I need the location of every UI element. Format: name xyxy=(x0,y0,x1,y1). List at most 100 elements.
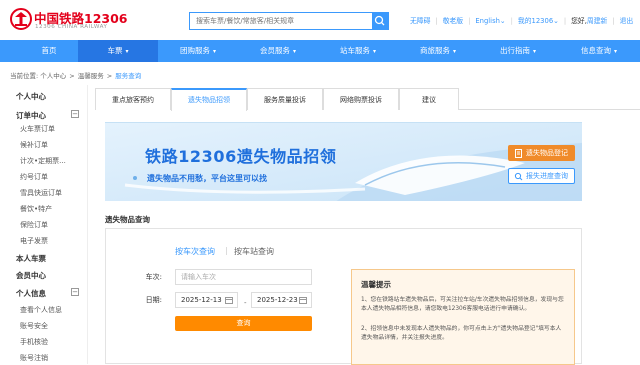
tab-lost-found[interactable]: 遗失物品招领 xyxy=(171,88,247,111)
sidebar-item-invoice[interactable]: 电子发票 xyxy=(20,236,48,246)
tab-online-complaint[interactable]: 网络购票投诉 xyxy=(323,88,399,110)
nav-label: 商旅服务 xyxy=(419,46,450,55)
nav-label: 车票 xyxy=(107,46,123,55)
service-tabs: 重点旅客预约 遗失物品招领 服务质量投诉 网络购票投诉 建议 xyxy=(95,88,640,111)
banner-title: 铁路12306遗失物品招领 xyxy=(145,147,337,166)
tab-key-passenger[interactable]: 重点旅客预约 xyxy=(95,88,171,110)
greeting-text: 您好, xyxy=(571,17,587,25)
section-title: 遗失物品查询 xyxy=(105,215,150,224)
document-icon xyxy=(515,149,522,158)
chevron-down-icon: ▾ xyxy=(212,48,216,55)
nav-label: 会员服务 xyxy=(259,46,290,55)
sidebar-personal-info[interactable]: 个人信息 xyxy=(16,288,46,299)
query-panel: 按车次查询 | 按车站查询 车次: 请输入车次 日期: 2025-12-13 -… xyxy=(105,228,582,365)
chevron-down-icon: ▾ xyxy=(292,48,296,55)
tab-suggestion[interactable]: 建议 xyxy=(399,88,459,110)
button-label: 报失进度查询 xyxy=(526,172,568,180)
breadcrumb-item[interactable]: 个人中心 xyxy=(40,72,66,80)
accessibility-link[interactable]: 无障碍 xyxy=(410,15,430,25)
tips-box: 温馨提示 1、您在铁路站车遗失物品后，可关注拉车站/车次遗失物品招领信息，发现与… xyxy=(351,269,575,365)
date-separator: - xyxy=(244,299,247,307)
calendar-icon xyxy=(225,297,233,304)
tab-query-by-station[interactable]: 按车站查询 xyxy=(234,246,274,257)
train-label: 车次: xyxy=(145,273,162,281)
tab-query-by-train[interactable]: 按车次查询 xyxy=(175,246,215,257)
search-button[interactable] xyxy=(372,13,388,29)
search-box xyxy=(189,12,389,30)
breadcrumb-item[interactable]: 温馨服务 xyxy=(78,72,104,80)
search-icon xyxy=(374,15,385,26)
chevron-down-icon: ⌄ xyxy=(553,17,559,25)
sidebar-my-tickets[interactable]: 本人车票 xyxy=(16,253,46,264)
elder-mode-link[interactable]: 敬老版 xyxy=(443,15,463,25)
chevron-down-icon: ⌄ xyxy=(499,17,506,25)
tips-title: 温馨提示 xyxy=(361,280,391,289)
sidebar-item-pass-tickets[interactable]: 计次•定期票... xyxy=(20,156,66,166)
nav-tickets[interactable]: 车票 ▾ xyxy=(78,40,158,62)
logout-link[interactable]: 退出 xyxy=(620,15,634,25)
lost-found-banner: 铁路12306遗失物品招领 遗失物品不用愁，平台这里可以找 遗失物品登记 报失进… xyxy=(105,122,582,201)
sidebar-item-reservation-orders[interactable]: 约号订单 xyxy=(20,172,48,182)
chevron-down-icon: ▾ xyxy=(452,48,456,55)
sidebar-personal-center[interactable]: 个人中心 xyxy=(16,91,46,102)
nav-label: 信息查询 xyxy=(580,46,611,55)
sidebar-item-phone-verify[interactable]: 手机核验 xyxy=(20,337,48,347)
nav-business-service[interactable]: 商旅服务 ▾ xyxy=(398,40,478,62)
sidebar-item-account-cancel[interactable]: 账号注销 xyxy=(20,353,48,363)
search-input[interactable] xyxy=(190,13,373,29)
tab-service-complaint[interactable]: 服务质量投诉 xyxy=(247,88,323,110)
divider: | xyxy=(225,246,228,255)
chevron-down-icon: ▾ xyxy=(125,48,129,55)
collapse-toggle[interactable]: − xyxy=(71,110,79,118)
main-nav: 首页 车票 ▾ 团购服务 ▾ 会员服务 ▾ 站车服务 ▾ 商旅服务 ▾ 出行指南 ▾ 信息查… xyxy=(0,40,640,62)
breadcrumb: 当前位置: 个人中心 > 温馨服务 > 服务查询 xyxy=(10,72,142,80)
nav-label: 出行指南 xyxy=(499,46,530,55)
nav-info-query[interactable]: 信息查询 ▾ xyxy=(558,40,640,62)
date-from-input[interactable]: 2025-12-13 xyxy=(175,292,238,308)
chevron-down-icon: ▾ xyxy=(532,48,536,55)
collapse-toggle[interactable]: − xyxy=(71,288,79,296)
sidebar-item-waitlist-orders[interactable]: 候补订单 xyxy=(20,140,48,150)
top-links: 无障碍 | 敬老版 | English ⌄ | 我的12306 ⌄ | 您好,周建新 | 退出 xyxy=(410,15,634,25)
sidebar-item-catering[interactable]: 餐饮•特产 xyxy=(20,204,52,214)
nav-label: 站车服务 xyxy=(339,46,370,55)
my-12306-link[interactable]: 我的12306 xyxy=(518,15,553,25)
nav-label: 首页 xyxy=(41,46,57,55)
nav-travel-guide[interactable]: 出行指南 ▾ xyxy=(478,40,558,62)
tip-item: 1、您在铁路站车遗失物品后，可关注拉车站/车次遗失物品招领信息，发现与您本人遗失… xyxy=(361,297,564,312)
sidebar-item-account-security[interactable]: 账号安全 xyxy=(20,321,48,331)
nav-label: 团购服务 xyxy=(179,46,210,55)
search-icon xyxy=(514,172,523,181)
breadcrumb-prefix: 当前位置: xyxy=(10,72,39,80)
banner-subtitle: 遗失物品不用愁，平台这里可以找 xyxy=(147,174,267,183)
query-submit-button[interactable]: 查询 xyxy=(175,316,312,331)
top-bar: 中国铁路12306 12306 CHINA RAILWAY 无障碍|敬老版|En… xyxy=(0,0,640,40)
sidebar-orders-heading[interactable]: 订单中心 xyxy=(16,110,46,121)
railway-logo-icon xyxy=(10,8,32,30)
date-value: 2025-12-13 xyxy=(181,296,222,304)
logo-subtext: 12306 CHINA RAILWAY xyxy=(35,24,108,30)
sidebar-membership[interactable]: 会员中心 xyxy=(16,270,46,281)
progress-query-button[interactable]: 报失进度查询 xyxy=(508,168,575,184)
nav-group-service[interactable]: 团购服务 ▾ xyxy=(158,40,238,62)
chevron-down-icon: ▾ xyxy=(613,48,617,55)
sidebar: 个人中心 订单中心 − 火车票订单 候补订单 计次•定期票... 约号订单 雪具… xyxy=(10,85,88,364)
site-logo[interactable]: 中国铁路12306 12306 CHINA RAILWAY xyxy=(10,7,130,33)
sidebar-item-ski-express[interactable]: 雪具快运订单 xyxy=(20,188,62,198)
train-number-input[interactable]: 请输入车次 xyxy=(175,269,312,285)
calendar-icon xyxy=(299,297,307,304)
sidebar-item-train-orders[interactable]: 火车票订单 xyxy=(20,124,55,134)
chevron-down-icon: ▾ xyxy=(372,48,376,55)
button-label: 遗失物品登记 xyxy=(526,149,568,157)
breadcrumb-current: 服务查询 xyxy=(115,72,142,80)
language-link[interactable]: English xyxy=(475,17,500,25)
nav-station-service[interactable]: 站车服务 ▾ xyxy=(318,40,398,62)
date-value: 2025-12-23 xyxy=(257,296,298,304)
sidebar-item-insurance[interactable]: 保险订单 xyxy=(20,220,48,230)
sidebar-item-view-info[interactable]: 查看个人信息 xyxy=(20,305,62,315)
tip-item: 2、招领信息中未发现本人遗失物品的，你可点击上方"遗失物品登记"填写本人遗失物品… xyxy=(361,326,562,341)
username-link[interactable]: 周建新 xyxy=(587,15,607,25)
nav-member-service[interactable]: 会员服务 ▾ xyxy=(238,40,318,62)
lost-item-register-button[interactable]: 遗失物品登记 xyxy=(508,145,575,161)
date-to-input[interactable]: 2025-12-23 xyxy=(251,292,312,308)
